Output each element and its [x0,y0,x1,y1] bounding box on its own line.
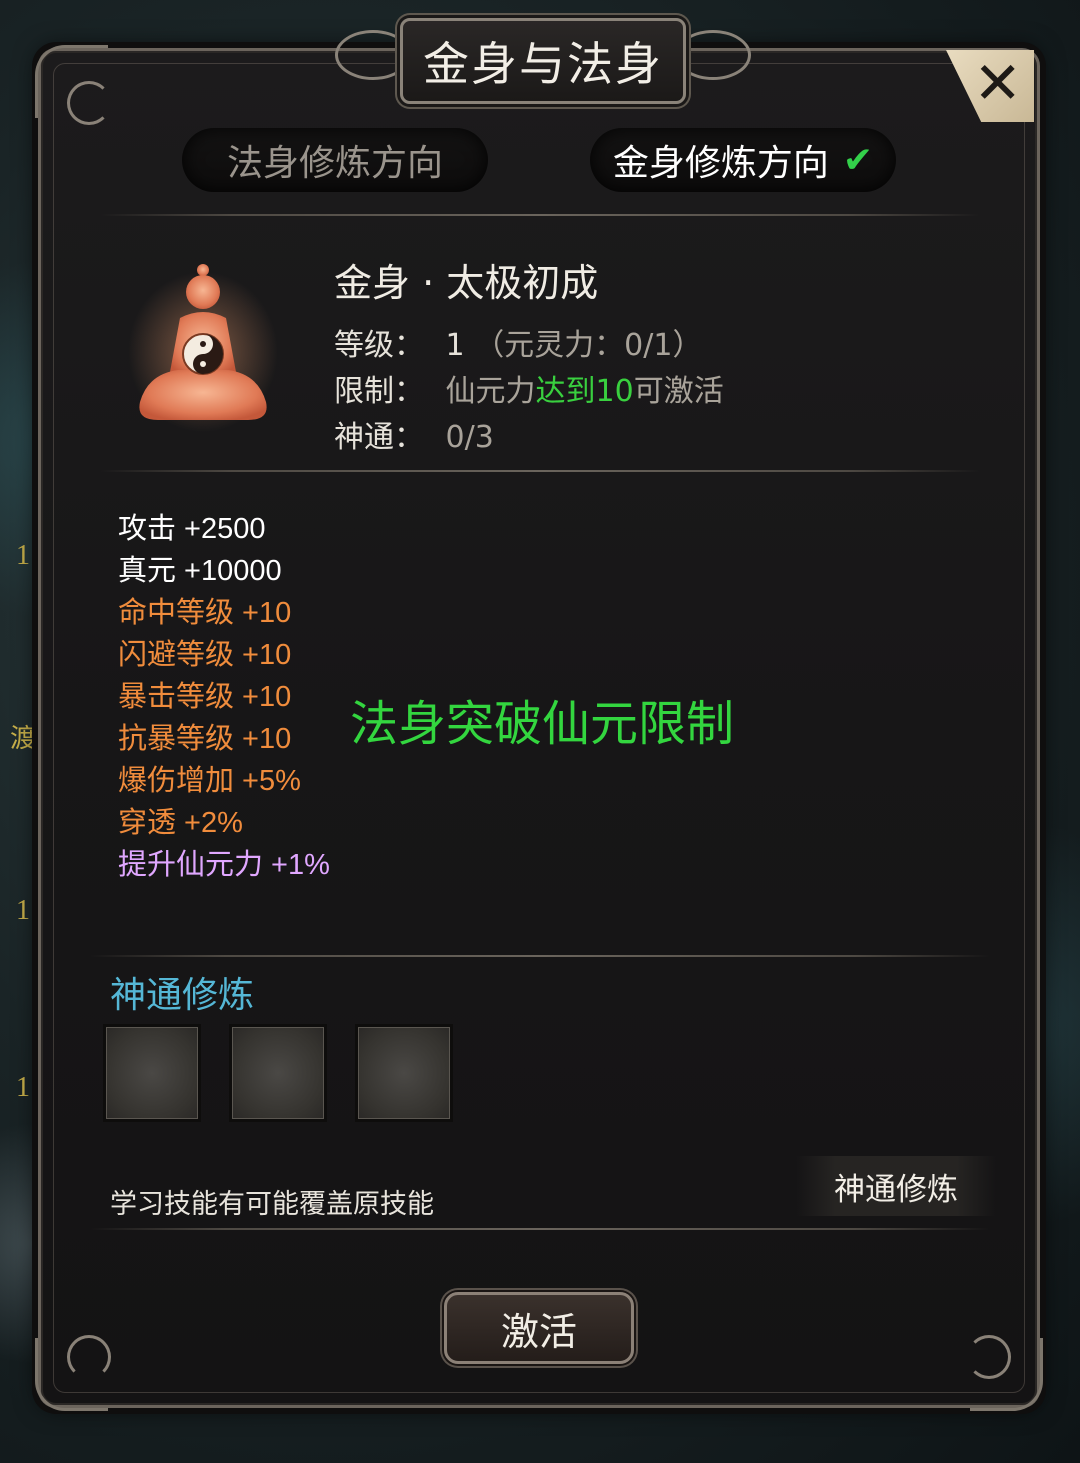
swirl-ornament [67,1335,111,1379]
attribute-crit: 暴击等级 +10 [118,681,292,713]
level-row: 等级： 1 （元灵力：0/1） [334,320,702,364]
breakthrough-text: 法身突破仙元限制 [350,696,735,752]
shentong-train-button[interactable]: 神通修炼 [796,1156,996,1216]
title-plate: 金身与法身 [400,18,686,104]
limit-prefix: 仙元力 [445,374,536,409]
divider [100,470,980,472]
shentong-value: 0/3 [445,420,494,455]
attribute-hit: 命中等级 +10 [118,597,292,629]
background-number: 1 [16,895,30,926]
yuanling-value: （元灵力：0/1） [474,328,703,363]
title-scroll-ornament [675,30,751,80]
attribute-xianyuan: 提升仙元力 +1% [118,849,330,881]
divider [100,214,980,216]
meditating-figure-taiji-icon [128,264,278,432]
shentong-key: 神通： [334,420,424,455]
swirl-ornament [67,81,111,125]
attribute-anti-crit: 抗暴等级 +10 [118,723,292,755]
skill-name: 金身 · 太极初成 [334,261,599,305]
skill-note: 学习技能有可能覆盖原技能 [110,1189,434,1220]
divider [90,1228,990,1230]
limit-key: 限制： [334,374,424,409]
swirl-ornament [967,1335,1011,1379]
tab-label: 法身修炼方向 [226,143,443,184]
attribute-dodge: 闪避等级 +10 [118,639,292,671]
level-value: 1 [445,328,465,363]
limit-highlight: 达到10 [535,374,634,409]
tab-jinshen[interactable]: 金身修炼方向 ✔ [590,128,896,192]
background-number: 1 [16,1072,30,1103]
activate-button[interactable]: 激活 [444,1292,634,1364]
skill-slot[interactable] [355,1024,453,1122]
limit-row: 限制： 仙元力达到10可激活 [334,366,724,410]
background-label: 渡 [10,724,37,753]
divider [90,955,990,957]
level-key: 等级： [334,328,424,363]
section-title: 神通修炼 [110,975,255,1016]
dialog-title: 金身与法身 [423,37,663,91]
skill-slot[interactable] [229,1024,327,1122]
attribute-zhenyuan: 真元 +10000 [118,555,282,587]
attribute-attack: 攻击 +2500 [118,513,266,545]
check-icon: ✔ [842,139,874,181]
skill-slot[interactable] [103,1024,201,1122]
tab-label: 金身修炼方向 [612,143,829,184]
attribute-crit-damage: 爆伤增加 +5% [118,765,301,797]
limit-suffix: 可激活 [633,374,724,409]
attribute-penetration: 穿透 +2% [118,807,243,839]
tab-fashen[interactable]: 法身修炼方向 [182,128,488,192]
background-number: 1 [16,540,30,571]
close-icon: ✕ [973,49,1022,117]
shentong-row: 神通： 0/3 [334,412,494,456]
